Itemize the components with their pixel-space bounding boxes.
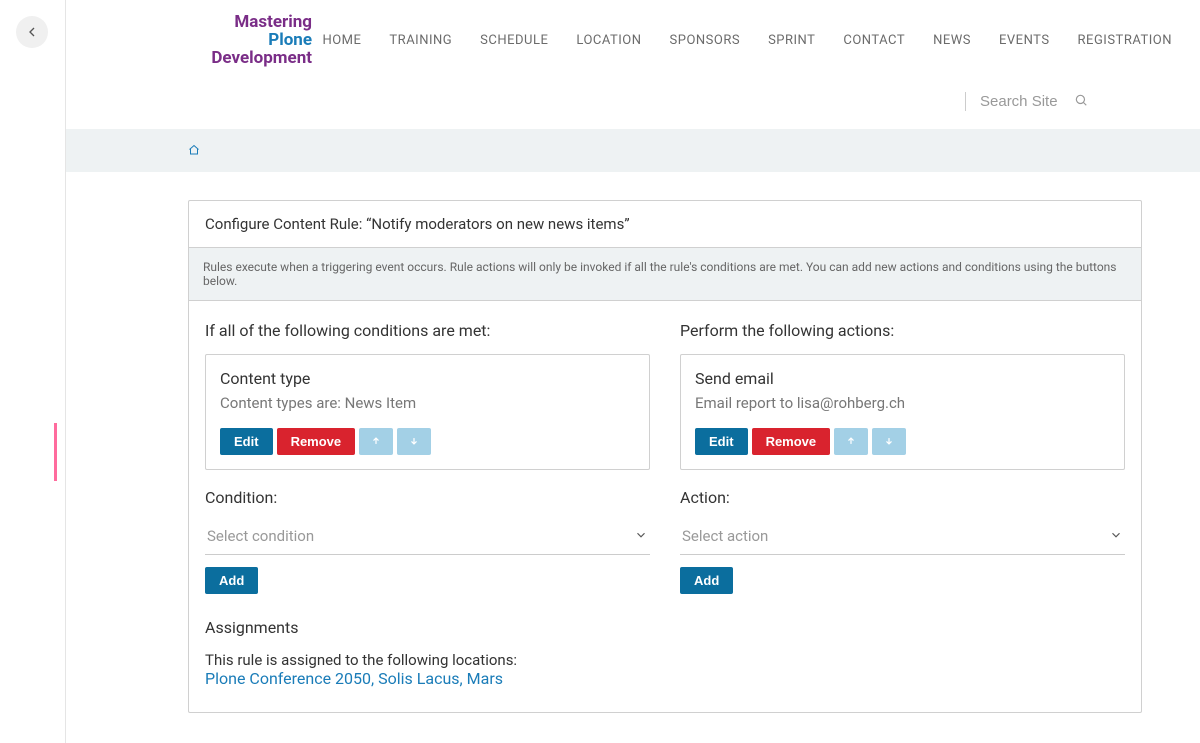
logo-line-3: Development bbox=[188, 50, 312, 68]
search-wrap bbox=[965, 92, 1088, 111]
action-select[interactable]: Select action bbox=[680, 519, 1125, 555]
action-add-button[interactable]: Add bbox=[680, 567, 733, 594]
arrow-left-icon bbox=[24, 24, 40, 40]
site-header: Mastering Plone Development HOME TRAININ… bbox=[66, 0, 1200, 82]
condition-select-label: Condition: bbox=[205, 488, 650, 507]
search-icon[interactable] bbox=[1074, 92, 1088, 111]
panel-title: Configure Content Rule: “Notify moderato… bbox=[189, 201, 1141, 248]
main-nav: HOME TRAINING SCHEDULE LOCATION SPONSORS… bbox=[322, 33, 1172, 48]
search-input[interactable] bbox=[980, 93, 1064, 110]
action-remove-button[interactable]: Remove bbox=[752, 428, 831, 455]
arrow-down-icon bbox=[884, 436, 894, 446]
nav-events[interactable]: EVENTS bbox=[999, 33, 1050, 48]
nav-registration[interactable]: REGISTRATION bbox=[1078, 33, 1172, 48]
home-icon[interactable] bbox=[188, 141, 200, 160]
condition-card: Content type Content types are: News Ite… bbox=[205, 354, 650, 470]
logo-line-2: Plone bbox=[188, 32, 312, 50]
condition-card-title: Content type bbox=[220, 369, 635, 388]
nav-location[interactable]: LOCATION bbox=[576, 33, 641, 48]
nav-home[interactable]: HOME bbox=[322, 33, 361, 48]
action-select-placeholder: Select action bbox=[682, 527, 768, 545]
nav-news[interactable]: NEWS bbox=[933, 33, 971, 48]
condition-add-button[interactable]: Add bbox=[205, 567, 258, 594]
nav-schedule[interactable]: SCHEDULE bbox=[480, 33, 548, 48]
search-row bbox=[66, 82, 1200, 129]
config-panel: Configure Content Rule: “Notify moderato… bbox=[188, 200, 1142, 713]
site-logo[interactable]: Mastering Plone Development bbox=[188, 14, 312, 68]
arrow-up-icon bbox=[846, 436, 856, 446]
action-card: Send email Email report to lisa@rohberg.… bbox=[680, 354, 1125, 470]
arrow-down-icon bbox=[409, 436, 419, 446]
action-move-up-button[interactable] bbox=[834, 428, 868, 455]
action-card-title: Send email bbox=[695, 369, 1110, 388]
actions-heading: Perform the following actions: bbox=[680, 321, 1125, 340]
assignments-intro: This rule is assigned to the following l… bbox=[205, 651, 650, 669]
nav-training[interactable]: TRAINING bbox=[389, 33, 452, 48]
action-move-down-button[interactable] bbox=[872, 428, 906, 455]
conditions-column: If all of the following conditions are m… bbox=[205, 321, 650, 688]
condition-card-desc: Content types are: News Item bbox=[220, 394, 635, 412]
chevron-down-icon bbox=[634, 527, 648, 546]
condition-remove-button[interactable]: Remove bbox=[277, 428, 356, 455]
condition-edit-button[interactable]: Edit bbox=[220, 428, 273, 455]
actions-column: Perform the following actions: Send emai… bbox=[680, 321, 1125, 688]
action-select-label: Action: bbox=[680, 488, 1125, 507]
condition-move-up-button[interactable] bbox=[359, 428, 393, 455]
conditions-heading: If all of the following conditions are m… bbox=[205, 321, 650, 340]
condition-select[interactable]: Select condition bbox=[205, 519, 650, 555]
panel-help-text: Rules execute when a triggering event oc… bbox=[189, 248, 1141, 301]
condition-move-down-button[interactable] bbox=[397, 428, 431, 455]
nav-contact[interactable]: CONTACT bbox=[843, 33, 905, 48]
breadcrumb-bar bbox=[66, 129, 1200, 172]
assignments-heading: Assignments bbox=[205, 618, 650, 637]
condition-select-placeholder: Select condition bbox=[207, 527, 314, 545]
assignment-location-link[interactable]: Plone Conference 2050, Solis Lacus, Mars bbox=[205, 669, 503, 688]
action-card-desc: Email report to lisa@rohberg.ch bbox=[695, 394, 1110, 412]
arrow-up-icon bbox=[371, 436, 381, 446]
vertical-divider bbox=[65, 0, 66, 743]
action-edit-button[interactable]: Edit bbox=[695, 428, 748, 455]
nav-sprint[interactable]: SPRINT bbox=[768, 33, 815, 48]
nav-sponsors[interactable]: SPONSORS bbox=[670, 33, 741, 48]
back-button[interactable] bbox=[16, 16, 48, 48]
chevron-down-icon bbox=[1109, 527, 1123, 546]
pink-indicator bbox=[54, 423, 57, 481]
